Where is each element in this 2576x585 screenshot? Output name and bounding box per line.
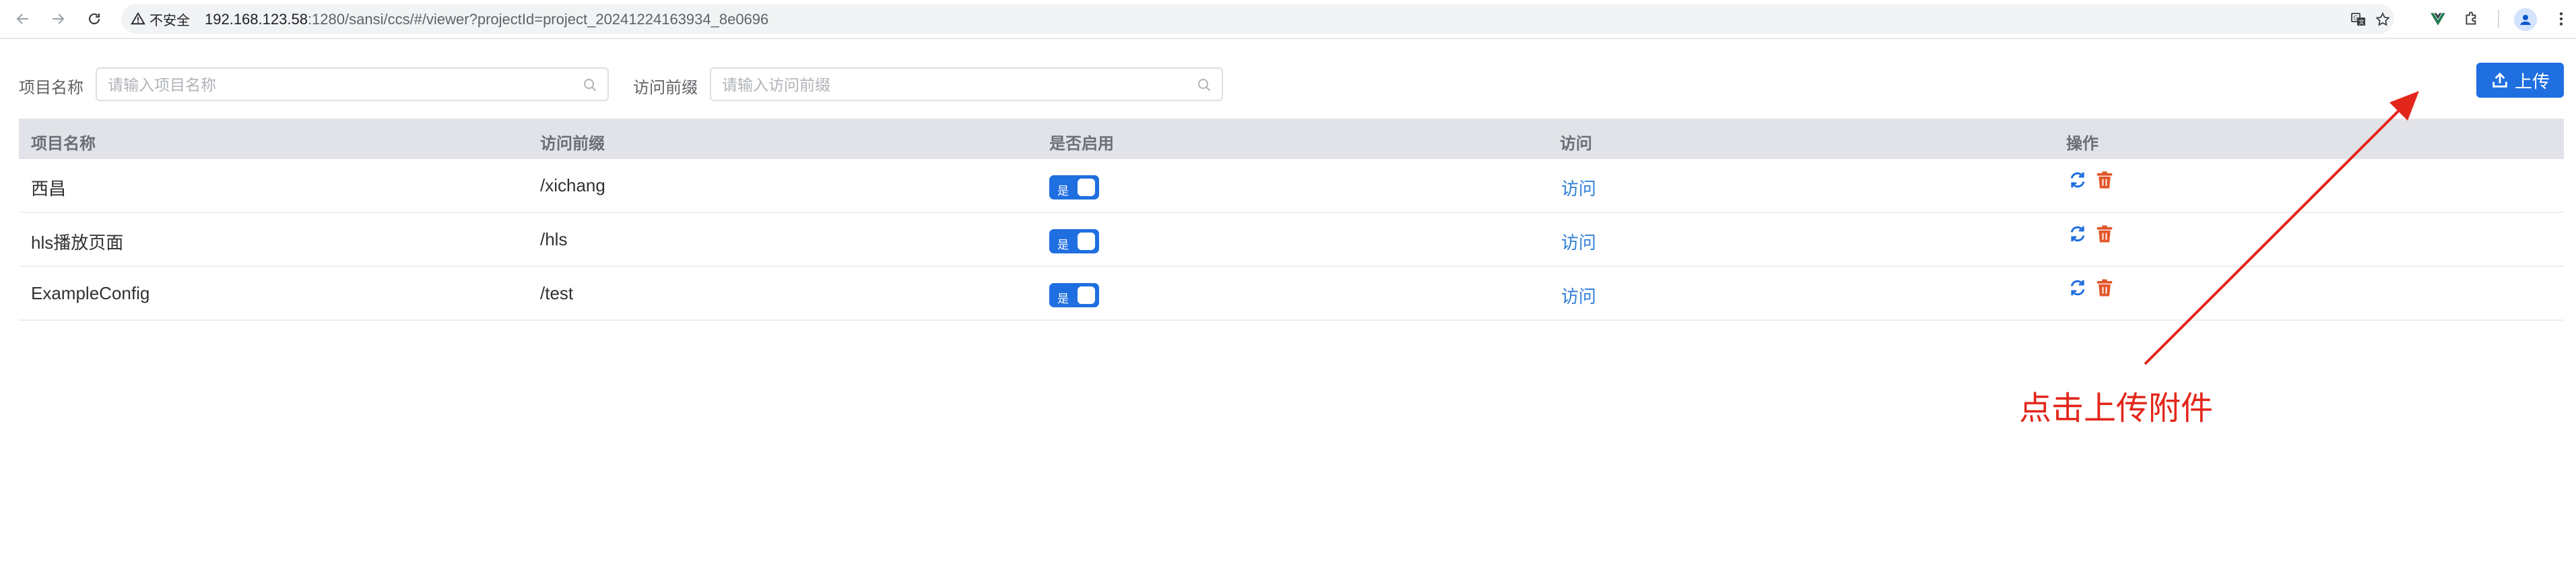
bookmark-button[interactable] [2373, 9, 2393, 30]
row-actions [2068, 224, 2115, 244]
refresh-icon[interactable] [2068, 278, 2088, 298]
url-host: 192.168.123.58 [205, 11, 308, 28]
trash-icon[interactable] [2094, 170, 2115, 190]
search-icon[interactable] [582, 77, 598, 93]
profile-icon [2520, 15, 2531, 25]
prefix-cell: /hls [540, 229, 568, 249]
upload-label: 上传 [2514, 71, 2550, 92]
upload-button[interactable]: 上传 [2476, 63, 2564, 98]
toolbar-divider [2498, 9, 2499, 28]
url-text[interactable]: 192.168.123.58:1280/sansi/ccs/#/viewer?p… [205, 11, 768, 28]
project-name-cell: ExampleConfig [31, 283, 150, 303]
project-table: 项目名称 访问前缀 是否启用 访问 操作 西昌 /xichang 是 访问 hl… [19, 119, 2564, 321]
column-header-visit: 访问 [1560, 135, 1592, 153]
refresh-icon[interactable] [2068, 224, 2088, 244]
table-row: 西昌 /xichang 是 访问 [19, 159, 2564, 213]
translate-icon: G文 [2351, 13, 2365, 26]
refresh-icon[interactable] [2068, 170, 2088, 190]
column-header-actions: 操作 [2066, 135, 2099, 153]
enabled-switch[interactable]: 是 [1049, 283, 1099, 307]
search-icon[interactable] [1196, 77, 1212, 93]
star-icon [2375, 11, 2390, 26]
reload-icon [88, 13, 100, 25]
svg-text:文: 文 [2359, 19, 2365, 26]
enabled-switch[interactable]: 是 [1049, 229, 1099, 253]
forward-button[interactable] [44, 5, 71, 32]
extensions-icon [2466, 11, 2476, 25]
security-label: 不安全 [150, 13, 190, 28]
back-icon [16, 13, 28, 24]
prefix-label: 访问前缀 [633, 79, 698, 97]
switch-knob [1078, 233, 1095, 250]
switch-knob [1078, 286, 1095, 304]
vue-devtools-extension[interactable] [2427, 8, 2449, 30]
project-name-input[interactable] [106, 69, 579, 101]
back-button[interactable] [9, 5, 36, 32]
table-row: hls播放页面 /hls 是 访问 [19, 213, 2564, 267]
extensions-button[interactable] [2461, 8, 2482, 30]
profile-button[interactable] [2514, 8, 2537, 31]
column-header-name: 项目名称 [31, 135, 96, 153]
trash-icon[interactable] [2094, 278, 2115, 298]
translate-button[interactable]: G文 [2348, 9, 2369, 30]
enabled-switch[interactable]: 是 [1049, 175, 1099, 199]
visit-link[interactable]: 访问 [1561, 175, 1596, 200]
prefix-cell: /test [540, 283, 574, 303]
vue-extension-icon [2431, 13, 2445, 26]
visit-link[interactable]: 访问 [1561, 229, 1596, 254]
prefix-cell: /xichang [540, 175, 605, 195]
warning-icon [131, 11, 145, 25]
url-path: :1280/sansi/ccs/#/viewer?projectId=proje… [307, 11, 769, 28]
project-name-cell: 西昌 [31, 179, 67, 199]
switch-label: 是 [1057, 292, 1069, 305]
project-name-field[interactable] [96, 67, 609, 101]
annotation-text: 点击上传附件 [2019, 391, 2214, 427]
prefix-field[interactable] [710, 67, 1223, 101]
reload-button[interactable] [81, 5, 108, 32]
address-bar[interactable]: 不安全 192.168.123.58:1280/sansi/ccs/#/view… [121, 4, 2394, 34]
upload-icon [2492, 72, 2507, 88]
forward-icon [53, 13, 65, 24]
menu-icon [2559, 12, 2563, 26]
project-name-cell: hls播放页面 [31, 233, 124, 253]
row-actions [2068, 278, 2115, 298]
security-chip[interactable]: 不安全 [131, 9, 190, 29]
table-row: ExampleConfig /test 是 访问 [19, 267, 2564, 321]
menu-button[interactable] [2550, 8, 2572, 30]
column-header-enabled: 是否启用 [1049, 135, 1114, 153]
switch-label: 是 [1057, 239, 1069, 251]
prefix-input[interactable] [721, 69, 1193, 101]
row-actions [2068, 170, 2115, 190]
table-header: 项目名称 访问前缀 是否启用 访问 操作 [19, 119, 2564, 159]
switch-label: 是 [1057, 185, 1069, 197]
column-header-prefix: 访问前缀 [540, 135, 605, 153]
visit-link[interactable]: 访问 [1561, 283, 1596, 308]
switch-knob [1078, 179, 1095, 196]
project-name-label: 项目名称 [19, 79, 84, 97]
trash-icon[interactable] [2094, 224, 2115, 244]
browser-toolbar: 不安全 192.168.123.58:1280/sansi/ccs/#/view… [0, 0, 2576, 39]
